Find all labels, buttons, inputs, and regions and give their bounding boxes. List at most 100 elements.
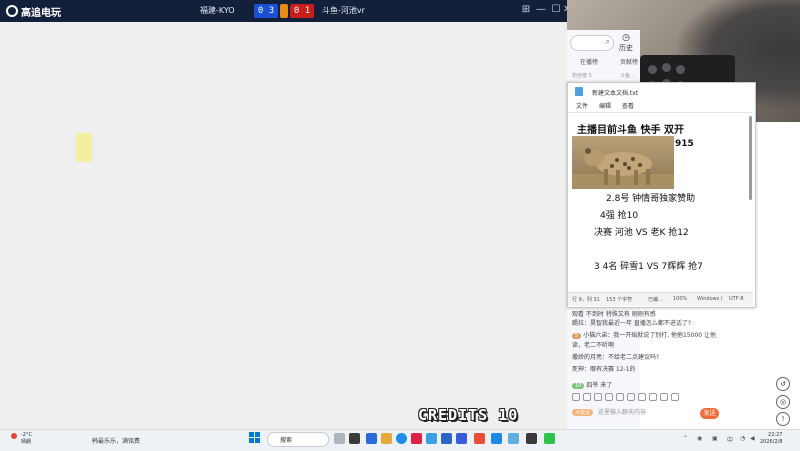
app-chrome-icon[interactable] bbox=[411, 433, 422, 444]
weather-desc: 晴朗 bbox=[21, 439, 32, 445]
game-sprite bbox=[76, 133, 92, 162]
notepad-line-header: 主播目前斗鱼 快手 双开 bbox=[577, 125, 684, 136]
status-eol: Windows ( bbox=[697, 296, 723, 302]
weather-temp: -2°C bbox=[21, 432, 32, 438]
tool-icon[interactable] bbox=[594, 393, 602, 401]
chat-message: 读，老二不听啊 bbox=[572, 342, 615, 349]
app-mail-icon[interactable] bbox=[426, 433, 437, 444]
app-qq-icon[interactable] bbox=[441, 433, 452, 444]
player2-name: 斗鱼-河池vr bbox=[322, 6, 365, 15]
emoji-icon[interactable] bbox=[572, 393, 580, 401]
menu-file[interactable]: 文件 bbox=[576, 101, 588, 110]
app-k-icon[interactable] bbox=[456, 433, 467, 444]
notepad-line-number: 915 bbox=[675, 139, 694, 149]
music-widget[interactable]: 韩最乐乐，满铭费 bbox=[92, 436, 140, 445]
history-button[interactable]: ◷ 历史 bbox=[616, 33, 636, 53]
chat-message: 观看 不到时 特殊又有 刚刚有感 bbox=[572, 311, 656, 318]
status-chars: 153 个字符 bbox=[606, 297, 633, 303]
score-left: 0 3 bbox=[254, 4, 278, 18]
subtab-fans[interactable]: 粉丝榜 5 bbox=[572, 72, 592, 79]
tab-ranking[interactable]: 在播榜 bbox=[580, 57, 598, 66]
tool-icon[interactable] bbox=[671, 393, 679, 401]
chat-text: 四爷 来了 bbox=[586, 382, 613, 389]
volume-icon[interactable]: ◀ bbox=[750, 435, 755, 442]
start-button[interactable] bbox=[249, 432, 261, 444]
app-game-icon[interactable] bbox=[491, 433, 502, 444]
tray-network-icon[interactable]: ▣ bbox=[712, 435, 718, 442]
app-edge-icon[interactable] bbox=[366, 433, 377, 444]
tool-icon[interactable] bbox=[616, 393, 624, 401]
vs-icon bbox=[280, 4, 288, 18]
pin-icon[interactable]: ⊞ bbox=[520, 4, 532, 16]
app-red-icon[interactable] bbox=[474, 433, 485, 444]
clock-icon: ◷ bbox=[622, 33, 630, 43]
hyena-image bbox=[572, 136, 674, 189]
level-badge: 5 bbox=[572, 333, 582, 339]
app-notepad-icon[interactable] bbox=[508, 433, 519, 444]
app-explorer-icon[interactable] bbox=[381, 433, 392, 444]
weather-widget[interactable]: -2°C 晴朗 bbox=[21, 432, 32, 446]
scrollbar[interactable] bbox=[749, 116, 752, 200]
clock-date: 2026/2/8 bbox=[760, 439, 783, 445]
app-avatar-icon[interactable] bbox=[334, 433, 345, 444]
tray-lang[interactable]: 中 bbox=[727, 435, 733, 444]
status-encoding: UTF-8 bbox=[729, 296, 744, 302]
logo-icon bbox=[6, 5, 18, 17]
app-stream-icon[interactable] bbox=[526, 433, 537, 444]
notepad-line-third: 3 4名 碎雪1 VS 7辉辉 抢7 bbox=[594, 262, 703, 272]
app-browser-icon[interactable] bbox=[396, 433, 407, 444]
chat-message: 5 小猫六弟：我一开始就说了别打, 他他15000 让他 bbox=[572, 330, 716, 339]
minimize-button[interactable]: — bbox=[535, 4, 547, 16]
gift-icon[interactable] bbox=[583, 393, 591, 401]
notepad-line-sponsor: 2.8号 钟情哥独家赞助 bbox=[606, 194, 696, 204]
user-level-badge: 大能说 bbox=[572, 409, 594, 416]
chat-toolbar bbox=[572, 393, 727, 403]
menu-edit[interactable]: 编辑 bbox=[599, 101, 611, 110]
clock[interactable]: 22:27 2026/2/8 bbox=[760, 432, 782, 446]
notepad-line-final: 决赛 河池 VS 老K 抢12 bbox=[594, 228, 689, 238]
level-badge: 10 bbox=[572, 383, 585, 389]
settings-icon[interactable]: ◎ bbox=[776, 395, 790, 409]
tab-contribution[interactable]: 贡献榜 bbox=[620, 57, 638, 66]
history-label: 历史 bbox=[619, 44, 633, 52]
app-taskview-icon[interactable] bbox=[349, 433, 360, 444]
subtab-douyu[interactable]: 斗鱼... bbox=[620, 72, 635, 79]
history-icon[interactable]: ↺ bbox=[776, 377, 790, 391]
maximize-button[interactable]: ☐ bbox=[550, 4, 562, 16]
score-right: 0 1 bbox=[290, 4, 314, 18]
chat-message: 10 四爷 来了 bbox=[572, 380, 612, 389]
tool-icon[interactable] bbox=[660, 393, 668, 401]
clock-time: 22:27 bbox=[768, 432, 783, 438]
app-wechat-icon[interactable] bbox=[544, 433, 555, 444]
tray-chevron-icon[interactable]: ⌃ bbox=[683, 435, 688, 442]
tool-icon[interactable] bbox=[627, 393, 635, 401]
chat-text: 小猫六弟：我一开始就说了别打, 他他15000 让他 bbox=[583, 332, 716, 339]
app-logo: 高追电玩 bbox=[6, 4, 66, 19]
notepad-title: 新建文本文档.txt bbox=[592, 90, 639, 97]
search-icon: ⌕ bbox=[605, 37, 610, 46]
menu-view[interactable]: 查看 bbox=[622, 101, 634, 110]
game-screen[interactable] bbox=[0, 22, 567, 429]
tool-icon[interactable] bbox=[638, 393, 646, 401]
chat-message: 撒娇的月亮：不给老二点建议吗? bbox=[572, 354, 660, 361]
credits-counter: CREDITS 10 bbox=[418, 406, 519, 424]
search-input[interactable]: ⌕ bbox=[570, 35, 614, 51]
info-icon[interactable]: ! bbox=[776, 412, 790, 426]
divider bbox=[568, 112, 753, 113]
tool-icon[interactable] bbox=[605, 393, 613, 401]
status-position: 行 9，列 31 bbox=[572, 297, 600, 303]
wifi-icon[interactable]: ◔ bbox=[740, 435, 745, 442]
chat-message: 踢拉：昊智我最近一年 直播怎么都不进话了? bbox=[572, 320, 692, 327]
score-box: 0 3 0 1 bbox=[254, 4, 314, 18]
send-button[interactable]: 发送 bbox=[700, 408, 719, 419]
chat-input[interactable]: 这里输入聊天内容 bbox=[598, 406, 694, 419]
player1-name: 福建-KYO bbox=[200, 6, 235, 15]
weather-icon bbox=[11, 433, 17, 439]
tray-app-icon[interactable]: ◉ bbox=[697, 435, 702, 442]
notepad-icon bbox=[575, 87, 583, 96]
taskbar-search[interactable]: 搜索 bbox=[267, 432, 329, 447]
tool-icon[interactable] bbox=[649, 393, 657, 401]
status-zoom: 100% bbox=[673, 296, 688, 302]
status-mode: 已编... bbox=[648, 297, 663, 303]
notepad-line-top4: 4强 抢10 bbox=[600, 211, 639, 221]
